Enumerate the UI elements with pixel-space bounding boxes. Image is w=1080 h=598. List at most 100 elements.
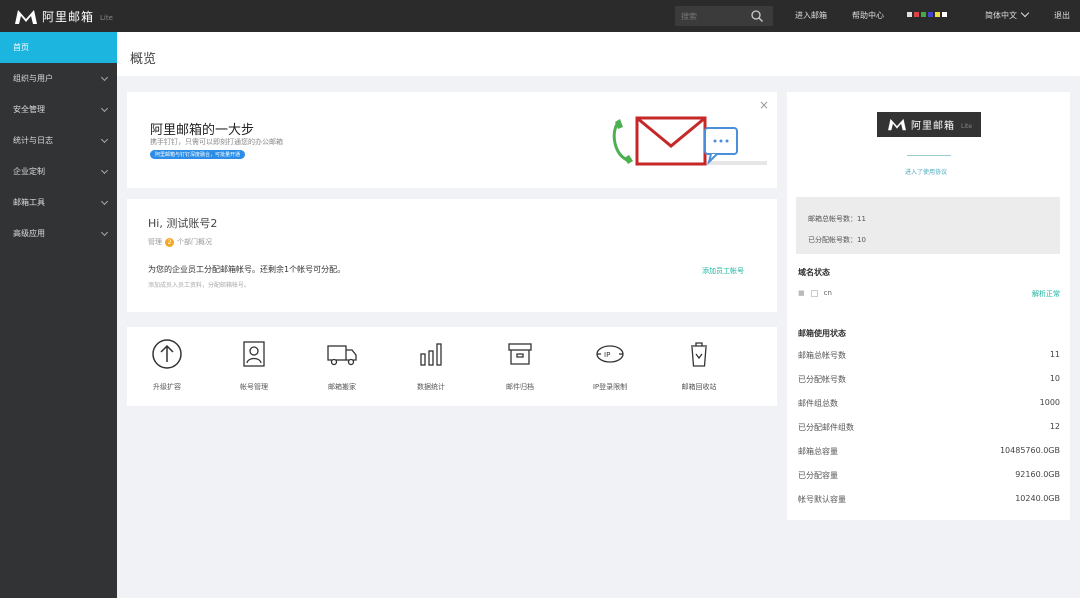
action-migration[interactable]: 邮箱搬家 <box>302 327 382 406</box>
usage-value: 10 <box>1049 374 1060 383</box>
usage-value: 92160.0GB <box>1015 470 1060 479</box>
role-label: 管理 <box>148 238 162 246</box>
account-summary: 邮箱总帐号数：11 已分配帐号数：10 <box>796 197 1060 254</box>
action-label: 帐号管理 <box>240 383 268 391</box>
help-center-link[interactable]: 帮助中心 <box>852 10 884 21</box>
usage-label: 邮件组总数 <box>798 399 838 408</box>
banner-badge[interactable]: 阿里邮箱与钉钉深度融合，可批量开通 <box>150 150 246 159</box>
archive-icon <box>508 343 532 365</box>
assigned-accounts-stat: 已分配帐号数：10 <box>808 235 866 245</box>
stat-value: 11 <box>857 215 866 223</box>
action-upgrade[interactable]: 升级扩容 <box>127 327 207 406</box>
right-info-panel: 阿里邮箱 Lite 进入了使用协议 邮箱总帐号数：11 已分配帐号数：10 域名… <box>787 92 1070 520</box>
allocation-hint: 添加成员入员工资料，分配邮箱帐号。 <box>148 282 251 289</box>
action-archive[interactable]: 邮件归档 <box>480 327 560 406</box>
divider <box>907 155 951 156</box>
sidebar-item-security[interactable]: 安全管理 <box>0 94 117 125</box>
stat-label: 邮箱总帐号数： <box>808 215 857 223</box>
sidebar-item-tools[interactable]: 邮箱工具 <box>0 187 117 218</box>
avatar-pixel <box>928 12 933 17</box>
total-accounts-stat: 邮箱总帐号数：11 <box>808 214 866 224</box>
trash-icon <box>691 342 707 367</box>
usage-label: 已分配容量 <box>798 471 838 480</box>
usage-value: 10240.0GB <box>1015 494 1060 503</box>
usage-label: 邮箱总帐号数 <box>798 351 846 360</box>
stats-icon <box>420 343 442 366</box>
action-label: 数据统计 <box>417 383 445 391</box>
logo-sub: Lite <box>961 122 973 130</box>
agreement-link[interactable]: 进入了使用协议 <box>905 167 947 176</box>
add-employee-link[interactable]: 添加员工帐号 <box>702 266 744 276</box>
sidebar-item-org-users[interactable]: 组织与用户 <box>0 63 117 94</box>
action-stats[interactable]: 数据统计 <box>391 327 471 406</box>
language-select[interactable]: 简体中文 <box>985 8 1030 21</box>
allocation-text: 为您的企业员工分配邮箱帐号。还剩余1个帐号可分配。 <box>148 265 346 274</box>
sidebar-item-home[interactable]: 首页 <box>0 32 117 63</box>
top-bar: 阿里邮箱 Lite 进入邮箱 帮助中心 简体中文 退出 <box>0 0 1080 32</box>
sidebar-item-stats-logs[interactable]: 统计与日志 <box>0 125 117 156</box>
usage-row: 邮箱总帐号数 11 <box>798 350 1060 361</box>
domain-bullet: ■ <box>798 289 805 297</box>
domain-status-title: 域名状态 <box>798 268 830 277</box>
role-count-badge: 2 <box>165 237 174 247</box>
account-icon <box>243 341 265 367</box>
banner-desc: 携手钉钉，只需可以即刻打通您的办公邮箱 <box>150 138 283 146</box>
avatar-pixel <box>921 12 926 17</box>
usage-label: 已分配邮件组数 <box>798 423 854 432</box>
sidebar-item-customize[interactable]: 企业定制 <box>0 156 117 187</box>
checkbox[interactable] <box>810 289 818 297</box>
search-icon[interactable] <box>751 10 763 22</box>
domain-status-link[interactable]: 解析正常 <box>1032 289 1060 299</box>
chevron-down-icon <box>100 228 109 237</box>
usage-row: 帐号默认容量 10240.0GB <box>798 494 1060 505</box>
action-ip-limit[interactable]: IP IP登录限制 <box>570 327 650 406</box>
promo-banner[interactable]: 阿里邮箱的一大步 携手钉钉，只需可以即刻打通您的办公邮箱 阿里邮箱与钉钉深度融合… <box>127 92 777 188</box>
logo-m-icon <box>15 9 37 24</box>
account-avatar[interactable] <box>907 12 947 17</box>
action-label: 升级扩容 <box>153 383 181 391</box>
usage-row: 邮件组总数 1000 <box>798 398 1060 409</box>
chevron-down-icon <box>100 73 109 82</box>
chevron-down-icon <box>1020 8 1030 18</box>
usage-row: 已分配帐号数 10 <box>798 374 1060 385</box>
chevron-down-icon <box>100 135 109 144</box>
usage-value: 11 <box>1049 350 1060 359</box>
ip-icon: IP <box>596 345 624 363</box>
logout-link[interactable]: 退出 <box>1054 10 1070 21</box>
chevron-down-icon <box>100 104 109 113</box>
action-trash[interactable]: 邮箱回收站 <box>659 327 739 406</box>
quick-actions: 升级扩容 帐号管理 邮箱搬家 数据统计 邮件归档 IP IP登录限制 邮箱回收站 <box>127 327 777 406</box>
action-label: 邮件归档 <box>506 383 534 391</box>
usage-row: 已分配邮件组数 12 <box>798 422 1060 433</box>
usage-row: 已分配容量 92160.0GB <box>798 470 1060 481</box>
search-input[interactable] <box>681 9 751 23</box>
chevron-down-icon <box>100 166 109 175</box>
action-accounts[interactable]: 帐号管理 <box>214 327 294 406</box>
page-title: 概览 <box>130 52 157 67</box>
page-header: 概览 <box>117 32 1080 76</box>
sidebar-item-label: 企业定制 <box>13 167 45 176</box>
logo-sub: Lite <box>100 14 113 22</box>
logo-text: 阿里邮箱 <box>911 121 955 132</box>
usage-status-title: 邮箱使用状态 <box>798 329 846 338</box>
role-suffix: 个部门概况 <box>177 238 212 246</box>
enter-mailbox-link[interactable]: 进入邮箱 <box>795 10 827 21</box>
app-logo[interactable]: 阿里邮箱 Lite <box>14 8 113 25</box>
sidebar-item-label: 统计与日志 <box>13 136 53 145</box>
search-box <box>675 6 773 26</box>
banner-title: 阿里邮箱的一大步 <box>150 123 255 138</box>
avatar-pixel <box>914 12 919 17</box>
domain-row: ■ cn 解析正常 <box>798 289 1060 299</box>
usage-label: 邮箱总容量 <box>798 447 838 456</box>
avatar-pixel <box>942 12 947 17</box>
upgrade-icon <box>152 339 182 369</box>
usage-label: 已分配帐号数 <box>798 375 846 384</box>
stat-label: 已分配帐号数： <box>808 236 857 244</box>
sidebar-item-advanced[interactable]: 高级应用 <box>0 218 117 249</box>
domain-name: cn <box>823 289 832 297</box>
logo-m-icon <box>888 118 906 131</box>
logo-text: 阿里邮箱 <box>42 10 95 24</box>
sidebar-item-label: 组织与用户 <box>13 74 53 83</box>
sidebar-item-label: 邮箱工具 <box>13 198 45 207</box>
chevron-down-icon <box>100 197 109 206</box>
